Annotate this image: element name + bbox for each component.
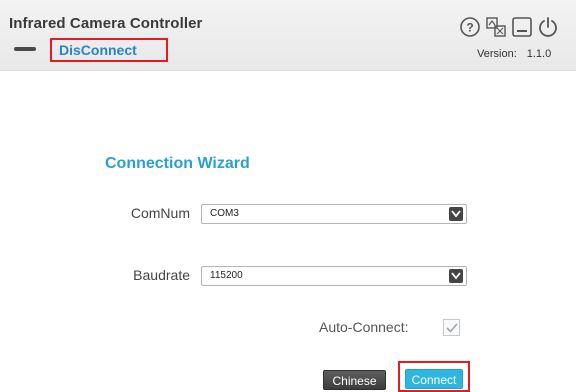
auto-connect-checkbox[interactable]	[443, 319, 460, 336]
chevron-down-icon[interactable]	[449, 269, 463, 283]
baudrate-value: 115200	[210, 270, 243, 281]
checkmark-icon	[446, 323, 458, 333]
chevron-down-icon[interactable]	[449, 207, 463, 221]
version-value: 1.1.0	[526, 48, 552, 60]
disconnect-link[interactable]: DisConnect	[59, 42, 137, 58]
comnum-select[interactable]: COM3	[201, 204, 467, 224]
baudrate-select[interactable]: 115200	[201, 266, 467, 286]
minimize-icon[interactable]	[511, 16, 533, 38]
chinese-language-button[interactable]: Chinese	[323, 370, 386, 390]
comnum-value: COM3	[210, 208, 239, 219]
comnum-label: ComNum	[130, 205, 190, 221]
auto-connect-label: Auto-Connect:	[319, 319, 409, 335]
power-icon[interactable]	[537, 16, 559, 38]
version-label: Version:	[477, 48, 517, 60]
plug-icon	[14, 47, 36, 51]
version-info: Version: 1.1.0	[477, 48, 551, 60]
help-icon[interactable]: ?	[459, 16, 481, 38]
window-switch-icon[interactable]	[485, 16, 507, 38]
app-header: Infrared Camera Controller DisConnect ?	[0, 0, 576, 71]
wizard-title: Connection Wizard	[105, 155, 250, 172]
svg-text:?: ?	[466, 21, 473, 35]
baudrate-label: Baudrate	[133, 267, 190, 283]
connect-button[interactable]: Connect	[405, 369, 463, 389]
disconnect-highlight: DisConnect	[50, 38, 168, 62]
app-title: Infrared Camera Controller	[9, 15, 203, 32]
